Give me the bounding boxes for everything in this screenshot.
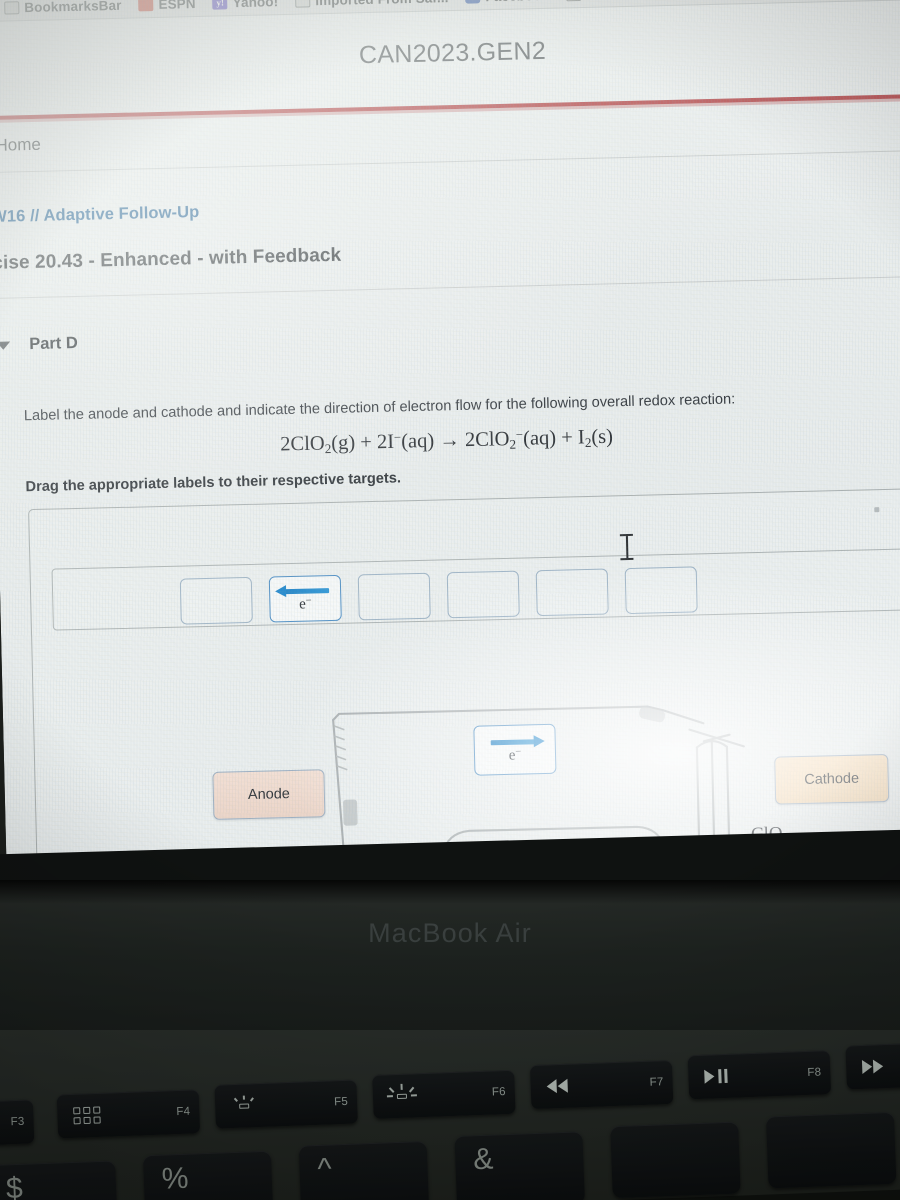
key-label: F3 (10, 1115, 25, 1129)
keyboard-brightness-up-icon (386, 1083, 417, 1106)
key-f4[interactable]: F4 (56, 1089, 201, 1139)
key-label: % (161, 1161, 190, 1196)
bank-slot-3[interactable] (357, 572, 431, 621)
equation-term: 2I (376, 430, 395, 454)
chevron-down-icon[interactable] (0, 341, 11, 350)
laptop-screen: BookmarksBar ESPN y! Yahoo! Imported Fro… (0, 0, 900, 896)
equation-state: (aq) (522, 427, 557, 450)
keyboard-brightness-down-icon (231, 1095, 258, 1116)
bookmark-yahoo[interactable]: y! Yahoo! (212, 0, 278, 11)
folder-icon (4, 1, 20, 15)
key-f8[interactable]: F8 (687, 1050, 832, 1100)
bookmark-label: Yahoo! (232, 0, 279, 11)
yahoo-icon: y! (212, 0, 228, 10)
text-cursor-ibeam (619, 533, 634, 561)
key-parenleft[interactable] (765, 1111, 897, 1189)
play-pause-icon (704, 1068, 728, 1084)
equation-plus: + (560, 426, 574, 449)
scroll-indicator[interactable] (874, 507, 880, 513)
equation-state: (s) (591, 425, 614, 449)
page-content: CAN2023.GEN2 Home W16 // Adaptive Follow… (0, 0, 900, 896)
bank-slot-2-electron-label[interactable]: e− (268, 574, 342, 623)
key-ampersand[interactable]: & (454, 1131, 585, 1200)
key-label: F4 (176, 1105, 191, 1119)
divider (0, 150, 900, 173)
question-prompt: Label the anode and cathode and indicate… (23, 391, 736, 425)
key-f9[interactable]: F9 (845, 1040, 900, 1090)
equation-state: (g) (330, 431, 356, 455)
key-label: F7 (649, 1076, 664, 1089)
key-label: F6 (491, 1086, 507, 1099)
electron-symbol: e− (298, 595, 312, 613)
breadcrumb[interactable]: Home (0, 135, 41, 156)
bookmark-label: ESPN (158, 0, 196, 12)
bookmark-label: Facebook (485, 0, 549, 4)
key-caret[interactable]: ^ (298, 1140, 430, 1200)
bookmark-label: BookmarksBar (24, 0, 122, 16)
exercise-title: cise 20.43 - Enhanced - with Feedback (0, 244, 342, 274)
key-f7[interactable]: F7 (529, 1059, 674, 1110)
facebook-icon (465, 0, 481, 4)
divider (0, 276, 900, 299)
electron-symbol: e− (508, 746, 522, 764)
equation-term: 2ClO (279, 432, 325, 456)
key-asterisk[interactable] (610, 1121, 741, 1199)
electron-flow-label[interactable]: e− (473, 723, 557, 776)
key-label: ^ (316, 1152, 333, 1186)
equation-term: 2ClO (464, 428, 510, 452)
folder-icon (566, 0, 582, 2)
keyboard: F3 F4 F5 F6 F7 F8 $ % ^ & (0, 1030, 900, 1200)
bank-slot-1[interactable] (179, 576, 253, 625)
bank-slot-5[interactable] (535, 568, 609, 617)
cathode-label[interactable]: Cathode (774, 753, 890, 805)
bookmark-label: Imported From Saf... (315, 0, 449, 8)
bank-slot-4[interactable] (446, 570, 520, 619)
fast-forward-icon (861, 1059, 884, 1074)
key-label: F8 (807, 1066, 822, 1079)
macbook-air-logo: MacBook Air (368, 918, 532, 948)
espn-icon (138, 0, 154, 12)
drag-instruction: Drag the appropriate labels to their res… (25, 470, 402, 496)
bookmark-facebook[interactable]: Facebook (465, 0, 549, 5)
part-label: Part D (29, 333, 79, 354)
rewind-icon (546, 1078, 568, 1094)
equation-state: (aq) (400, 429, 435, 453)
key-f3[interactable]: F3 (0, 1099, 35, 1147)
page-title: CAN2023.GEN2 (358, 36, 547, 70)
arrow-right-icon (485, 734, 545, 747)
assignment-link[interactable]: W16 // Adaptive Follow-Up (0, 203, 200, 227)
part-header[interactable]: Part D (0, 334, 78, 355)
key-label: & (472, 1142, 494, 1177)
equation-plus: + (360, 431, 373, 454)
key-dollar[interactable]: $ (0, 1160, 118, 1200)
folder-icon (295, 0, 311, 8)
bookmark-bookmarksbar[interactable]: BookmarksBar (4, 0, 122, 16)
hinge-shadow (0, 880, 900, 904)
key-label: F5 (333, 1095, 349, 1109)
bookmark-imported-from-safari[interactable]: Imported From Saf... (295, 0, 449, 9)
equation-arrow: → (439, 429, 461, 452)
key-f6[interactable]: F6 (372, 1069, 516, 1119)
redox-equation: 2ClO2(g) + 2I−(aq) → 2ClO2−(aq) + I2(s) (0, 419, 897, 465)
brand-divider-shadow (0, 98, 900, 123)
bookmark-overflow[interactable] (566, 0, 582, 2)
key-f5[interactable]: F5 (214, 1079, 358, 1129)
launchpad-icon (73, 1106, 101, 1125)
anode-label[interactable]: Anode (212, 769, 326, 820)
bookmark-espn[interactable]: ESPN (138, 0, 196, 12)
key-label: $ (5, 1171, 24, 1200)
screenshot-root: BookmarksBar ESPN y! Yahoo! Imported Fro… (0, 0, 900, 1200)
arrow-left-icon (274, 584, 335, 597)
key-percent[interactable]: % (142, 1150, 274, 1200)
bank-slot-6[interactable] (624, 566, 698, 615)
